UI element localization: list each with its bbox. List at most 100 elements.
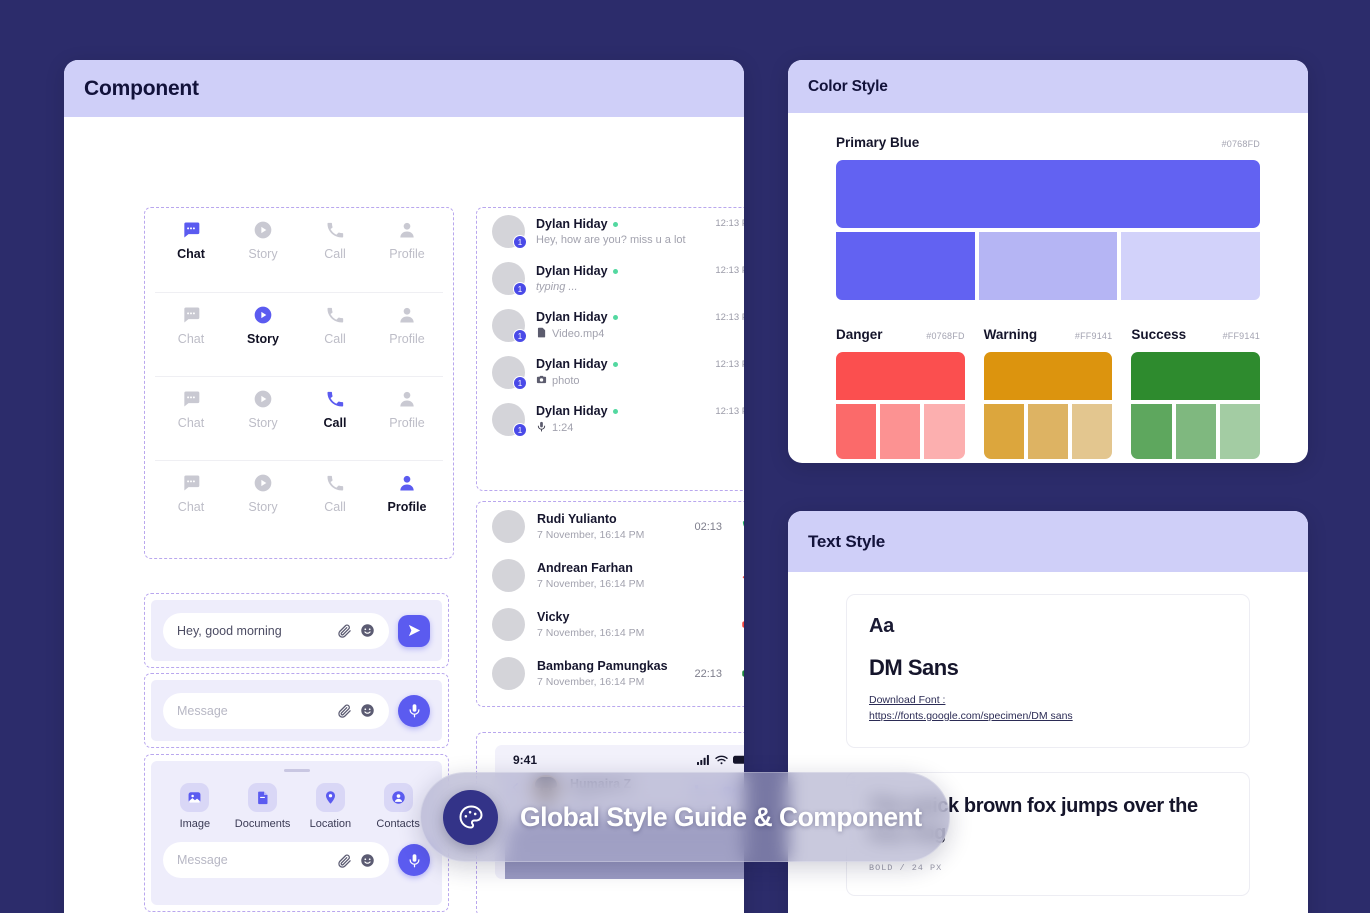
swatch-hex: #FF9141 xyxy=(1222,331,1261,341)
nav-item-label: Story xyxy=(248,416,278,430)
avatar: 1 xyxy=(492,215,527,249)
drag-handle[interactable] xyxy=(283,769,310,772)
chat-list-item[interactable]: 1 Dylan Hiday photo 12:13 PM xyxy=(477,349,744,396)
nav-item-chat[interactable]: Chat xyxy=(155,305,227,346)
nav-item-label: Call xyxy=(324,500,346,514)
emoji-icon[interactable] xyxy=(360,623,375,638)
color-shade xyxy=(1131,404,1172,459)
paperclip-icon[interactable] xyxy=(337,703,352,718)
nav-item-chat[interactable]: Chat xyxy=(155,389,227,430)
chat-list-item[interactable]: 1 Dylan Hiday Video.mp4 12:13 PM xyxy=(477,302,744,349)
nav-item-label: Story xyxy=(248,247,278,261)
bottom-nav-variants: Chat Story Call Profile Chat Story Call xyxy=(144,207,454,559)
message-bar: Hey, good morning xyxy=(151,600,442,661)
call-icon xyxy=(325,220,345,240)
swatch-hex: #0768FD xyxy=(926,331,965,341)
send-button[interactable] xyxy=(398,614,430,647)
nav-item-chat[interactable]: Chat xyxy=(155,220,227,261)
call-list-item[interactable]: Vicky 7 November, 16:14 PM xyxy=(477,600,744,649)
unread-badge: 1 xyxy=(513,282,527,296)
swatch-name: Warning xyxy=(983,327,1038,342)
video-call-icon xyxy=(741,666,744,681)
message-bar: Message xyxy=(151,680,442,741)
call-list-item[interactable]: Andrean Farhan 7 November, 16:14 PM xyxy=(477,551,744,600)
nav-item-profile[interactable]: Profile xyxy=(371,220,443,261)
online-dot xyxy=(612,268,618,274)
color-shade xyxy=(1027,404,1069,459)
nav-item-label: Call xyxy=(324,332,346,346)
color-main-block xyxy=(1131,352,1261,400)
nav-item-profile[interactable]: Profile xyxy=(371,389,443,430)
unread-badge: 1 xyxy=(513,329,527,343)
nav-item-label: Chat xyxy=(177,247,205,261)
color-main-block xyxy=(983,352,1113,400)
profile-icon xyxy=(397,220,417,240)
call-list-item[interactable]: Rudi Yulianto 7 November, 16:14 PM 02:13 xyxy=(477,502,744,551)
signal-icon xyxy=(697,755,710,765)
missed-video-icon xyxy=(741,617,744,632)
primary-color-block xyxy=(836,160,1260,228)
font-specimen: Aa xyxy=(869,615,894,637)
attachment-option-location[interactable]: Location xyxy=(297,783,365,830)
attachment-option-label: Contacts xyxy=(376,818,420,830)
avatar xyxy=(492,657,525,690)
nav-item-label: Profile xyxy=(389,416,425,430)
message-input-empty[interactable]: Message xyxy=(163,692,389,729)
unread-badge: 1 xyxy=(513,235,527,249)
call-contact-name: Bambang Pamungkas xyxy=(537,659,668,673)
unread-badge: 1 xyxy=(513,423,527,437)
status-color-swatches: Danger #0768FD Warning #FF9141 Success #… xyxy=(836,327,1261,459)
nav-item-call[interactable]: Call xyxy=(299,473,371,514)
call-list-item[interactable]: Bambang Pamungkas 7 November, 16:14 PM 2… xyxy=(477,649,744,698)
component-panel-title: Component xyxy=(64,60,744,117)
message-input-empty-wrap: Message xyxy=(144,673,449,748)
emoji-icon[interactable] xyxy=(360,853,375,868)
chat-time: 12:13 PM xyxy=(715,312,744,323)
chat-list-item[interactable]: 1 Dylan Hiday Hey, how are you? miss u a… xyxy=(477,208,744,255)
attachment-option-label: Documents xyxy=(234,818,291,830)
nav-item-story[interactable]: Story xyxy=(227,220,299,261)
color-shade xyxy=(924,404,965,459)
nav-item-profile[interactable]: Profile xyxy=(371,305,443,346)
attachment-sheet-wrap: Image Documents Location Contacts Messag… xyxy=(144,754,449,912)
paperclip-icon[interactable] xyxy=(337,623,352,638)
file-icon xyxy=(536,327,547,341)
nav-item-profile[interactable]: Profile xyxy=(371,473,443,514)
chat-time: 12:13 PM xyxy=(715,406,744,417)
nav-item-label: Call xyxy=(324,247,346,261)
nav-item-story[interactable]: Story xyxy=(227,305,299,346)
message-input-sheet[interactable]: Message xyxy=(163,842,389,878)
nav-item-call[interactable]: Call xyxy=(299,389,371,430)
nav-item-call[interactable]: Call xyxy=(299,305,371,346)
microphone-button[interactable] xyxy=(398,844,430,876)
nav-item-call[interactable]: Call xyxy=(299,220,371,261)
nav-row: Chat Story Call Profile xyxy=(155,292,443,376)
swatch-name: Primary Blue xyxy=(836,135,920,150)
color-main-block xyxy=(836,352,965,400)
chat-contact-name: Dylan Hiday xyxy=(536,357,608,371)
paperclip-icon[interactable] xyxy=(337,853,352,868)
document-icon xyxy=(248,783,278,812)
color-shade xyxy=(983,404,1024,459)
call-list: Rudi Yulianto 7 November, 16:14 PM 02:13… xyxy=(476,501,744,707)
download-label: Download Font : xyxy=(869,694,946,706)
nav-item-label: Profile xyxy=(389,332,425,346)
font-specimen-card: Aa DM Sans Download Font : https://fonts… xyxy=(846,594,1250,748)
nav-item-chat[interactable]: Chat xyxy=(155,473,227,514)
nav-item-story[interactable]: Story xyxy=(227,473,299,514)
message-input-filled[interactable]: Hey, good morning xyxy=(163,612,389,649)
nav-item-story[interactable]: Story xyxy=(227,389,299,430)
emoji-icon[interactable] xyxy=(360,703,375,718)
chat-list-item[interactable]: 1 Dylan Hiday typing ... 12:13 PM xyxy=(477,255,744,302)
message-input-filled-wrap: Hey, good morning xyxy=(144,593,449,668)
primary-swatch-label: Primary Blue #0768FD xyxy=(836,135,1260,150)
attachment-option-image[interactable]: Image xyxy=(161,783,229,830)
chat-list-item[interactable]: 1 Dylan Hiday 1:24 12:13 PM xyxy=(477,396,744,443)
swatch-name: Danger xyxy=(836,327,883,342)
chat-contact-name: Dylan Hiday xyxy=(536,310,608,324)
font-download-link[interactable]: Download Font : https://fonts.google.com… xyxy=(869,693,1227,725)
message-input-placeholder: Message xyxy=(177,703,228,718)
microphone-button[interactable] xyxy=(398,694,430,727)
call-date: 7 November, 16:14 PM xyxy=(537,529,645,541)
attachment-option-documents[interactable]: Documents xyxy=(229,783,297,830)
